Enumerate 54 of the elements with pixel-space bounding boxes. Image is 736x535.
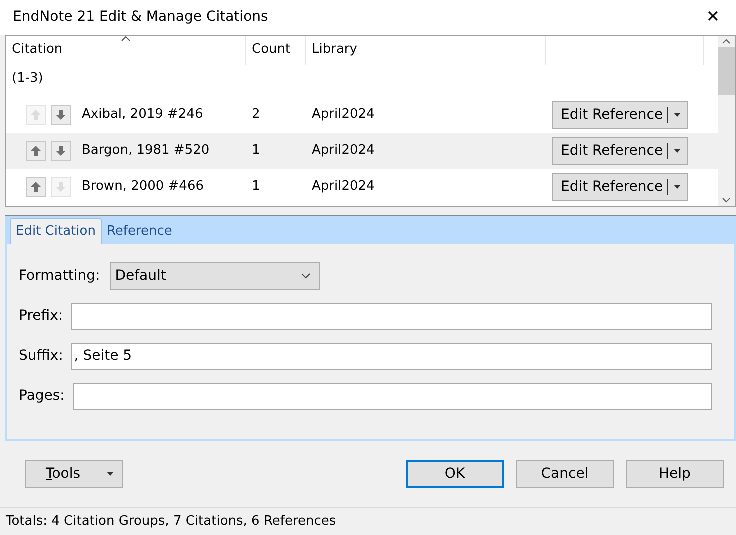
count-cell-text: 1 <box>251 179 262 194</box>
caret-icon <box>674 148 681 153</box>
tab[interactable]: Reference <box>102 218 178 244</box>
library-cell-text: April2024 <box>311 107 376 122</box>
citation-text: Bargon, 1981 #520 <box>82 143 210 158</box>
dialog-button[interactable]: OK <box>406 460 504 488</box>
count-cell-text: 1 <box>251 143 262 158</box>
move-down-button[interactable] <box>51 104 71 125</box>
up-arrow-icon <box>30 180 42 193</box>
sort-caret-icon <box>121 36 131 42</box>
move-up-button[interactable] <box>26 176 46 197</box>
count-cell-text: 2 <box>251 107 262 122</box>
window-title: EndNote 21 Edit & Manage Citations <box>13 9 268 26</box>
scrollbar[interactable] <box>718 36 735 206</box>
column-header[interactable]: Count <box>252 42 291 57</box>
field-label: Pages: <box>19 388 65 404</box>
down-arrow-icon <box>55 108 67 121</box>
status-text: Totals: 4 Citation Groups, 7 Citations, 6 References <box>5 513 338 531</box>
edit-reference-button[interactable]: Edit Reference <box>552 100 688 129</box>
close-button[interactable]: ✕ <box>698 2 728 32</box>
column-header[interactable]: Citation <box>12 42 63 57</box>
edit-reference-button[interactable]: Edit Reference <box>552 172 688 201</box>
citation-row[interactable]: Bargon, 1981 #520 1 April2024 Edit Reference <box>6 132 718 169</box>
field-label: Suffix: <box>19 348 64 364</box>
move-up-button[interactable] <box>26 140 46 161</box>
scroll-up-icon <box>722 38 731 44</box>
dialog-button[interactable]: Cancel <box>516 460 614 488</box>
edit-reference-button[interactable]: Edit Reference <box>552 136 688 165</box>
caret-icon <box>107 472 114 476</box>
text-field[interactable] <box>71 302 712 330</box>
formatting-dropdown[interactable]: Default <box>110 262 320 290</box>
caret-icon <box>674 184 681 189</box>
tools-button[interactable]: Tools <box>25 460 123 488</box>
text-field[interactable]: , Seite 5 <box>71 342 712 370</box>
move-down-button[interactable] <box>51 140 71 161</box>
chevron-down-icon <box>301 273 312 280</box>
up-arrow-icon <box>30 108 42 121</box>
group-label: (1-3) <box>12 70 44 86</box>
citation-text: Brown, 2000 #466 <box>82 179 204 194</box>
field-label: Prefix: <box>19 308 64 324</box>
scroll-down-icon <box>722 198 731 204</box>
down-arrow-icon <box>55 144 67 157</box>
up-arrow-icon <box>30 144 42 157</box>
citation-text: Axibal, 2019 #246 <box>82 107 204 122</box>
dialog-button[interactable]: Help <box>626 460 724 488</box>
tab[interactable]: Edit Citation <box>10 218 102 244</box>
scrollbar-thumb[interactable] <box>718 46 735 95</box>
text-field[interactable] <box>72 382 712 410</box>
caret-icon <box>674 112 681 117</box>
column-header[interactable]: Library <box>312 42 358 57</box>
library-cell-text: April2024 <box>311 143 376 158</box>
library-cell-text: April2024 <box>311 179 376 194</box>
down-arrow-icon <box>55 180 67 193</box>
field-label: Formatting: <box>19 268 100 284</box>
